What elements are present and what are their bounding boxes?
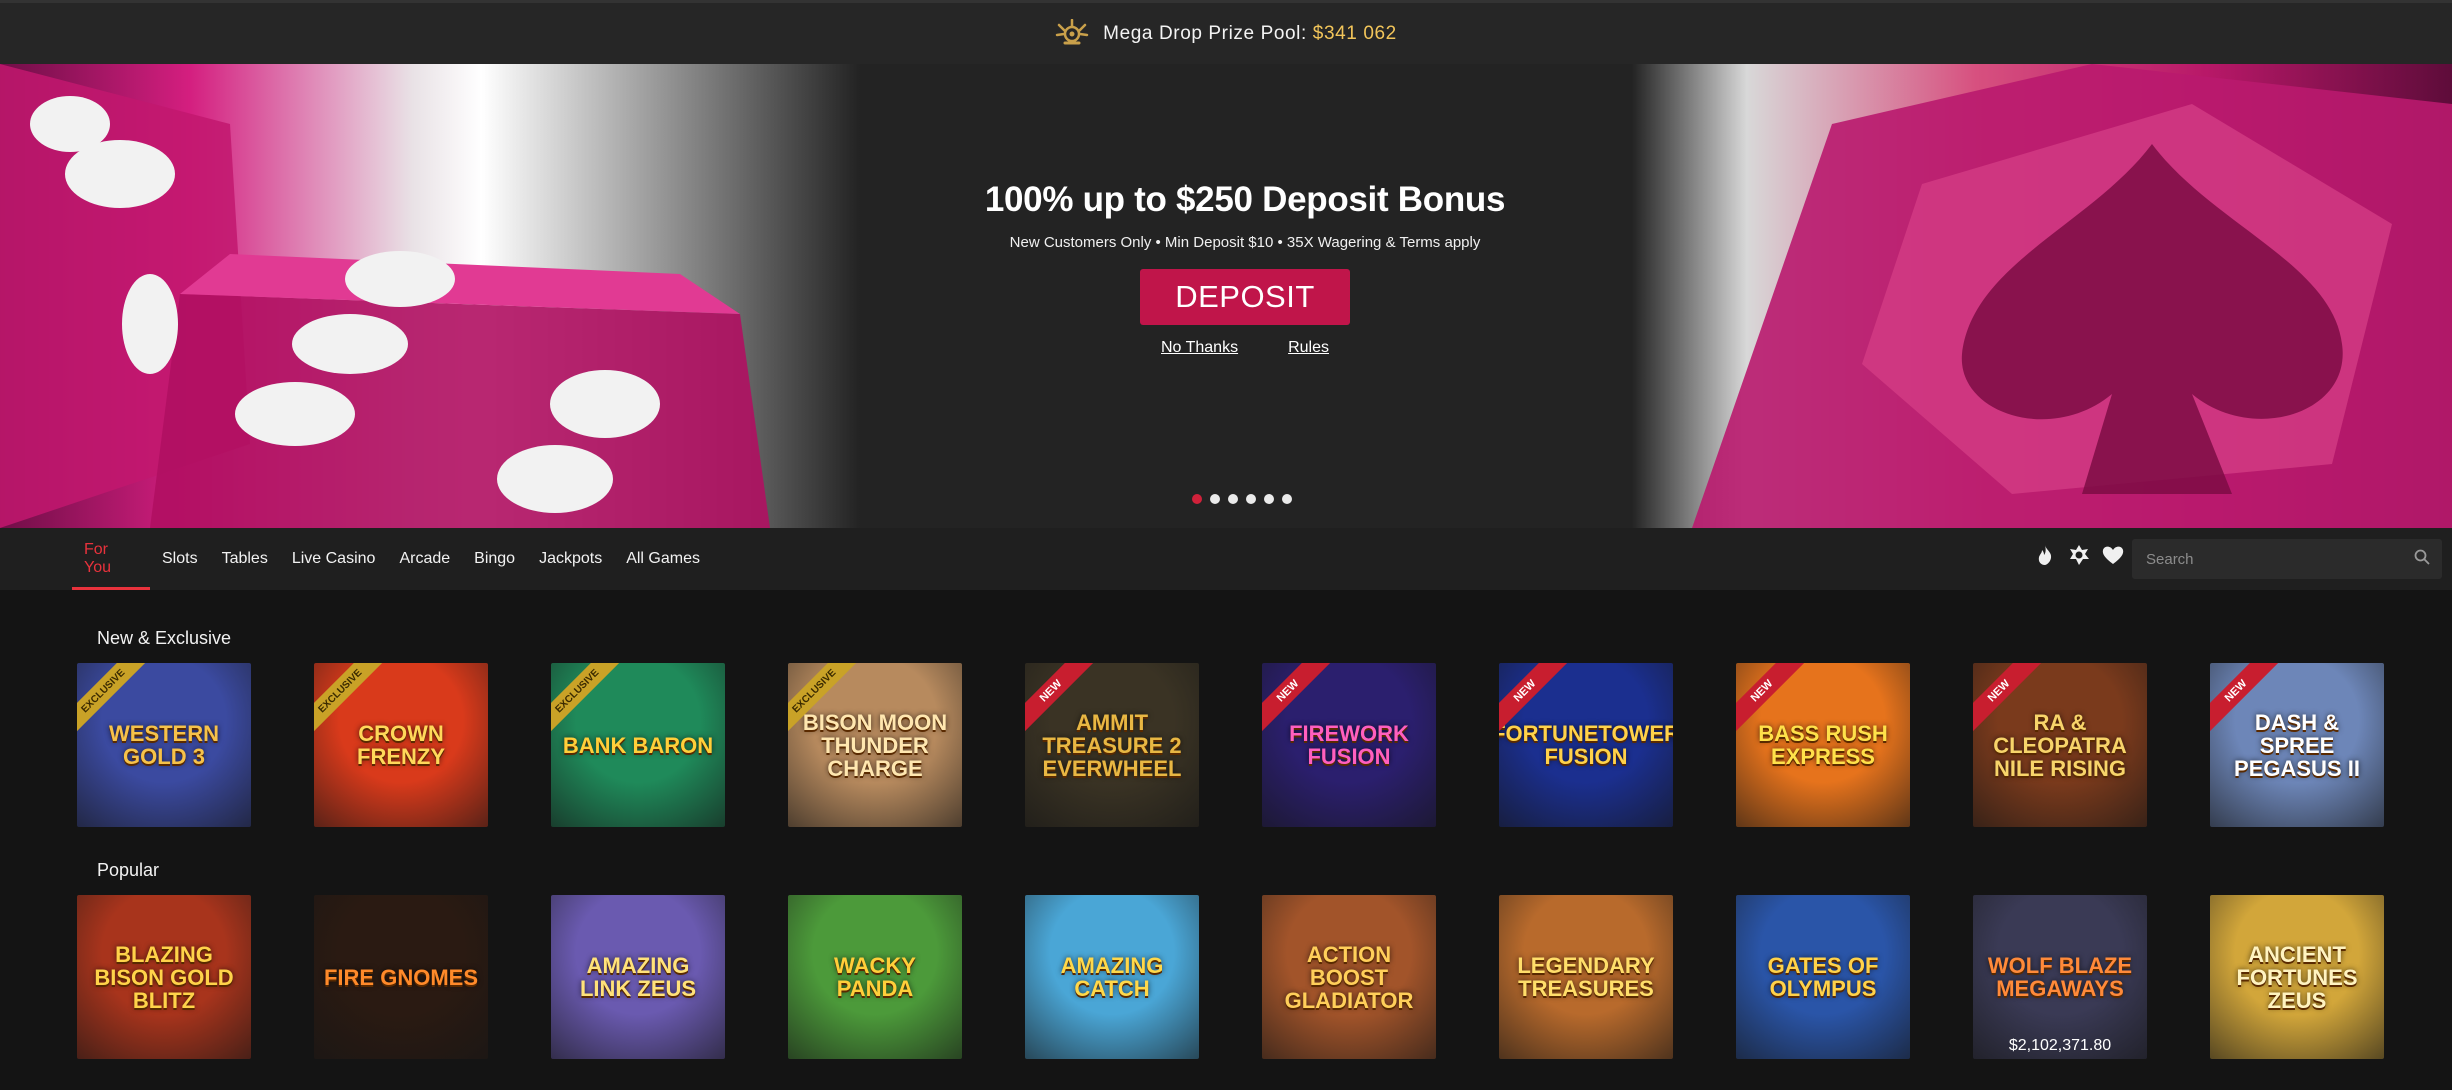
game-title: Ra & Cleopatra Nile Rising: [1993, 709, 2127, 781]
game-tile[interactable]: Blazing Bison Gold Blitz: [77, 895, 251, 1059]
tab-bingo[interactable]: Bingo: [462, 528, 527, 590]
tab-jackpots[interactable]: Jackpots: [527, 528, 614, 590]
game-tile[interactable]: NEW Ammit Treasure 2 Everwheel: [1025, 663, 1199, 827]
carousel-dot[interactable]: [1246, 494, 1256, 504]
carousel-dot[interactable]: [1282, 494, 1292, 504]
game-title: Blazing Bison Gold Blitz: [94, 941, 234, 1013]
carousel-dot[interactable]: [1264, 494, 1274, 504]
game-row-new: EXCLUSIVE Western Gold 3 EXCLUSIVE Crown Fr…: [77, 663, 2384, 827]
game-tile[interactable]: NEW Dash & Spree Pegasus II: [2210, 663, 2384, 827]
game-title: Ancient Fortunes Zeus: [2236, 941, 2358, 1013]
game-title: Firework Fusion: [1289, 721, 1409, 769]
tab-for-you[interactable]: For You: [72, 528, 150, 590]
category-tabs: For You Slots Tables Live Casino Arcade Bingo…: [72, 528, 712, 590]
game-title: Crown Frenzy: [357, 721, 445, 769]
fire-icon[interactable]: [2034, 544, 2056, 566]
carousel-dot[interactable]: [1210, 494, 1220, 504]
game-tile[interactable]: EXCLUSIVE Crown Frenzy: [314, 663, 488, 827]
carousel-dots: [1192, 494, 1292, 504]
spade-gem-artwork: [1632, 64, 2452, 528]
search-input[interactable]: [2144, 549, 2398, 569]
promo-links: No Thanks Rules: [1161, 339, 1329, 357]
game-tile[interactable]: NEW Firework Fusion: [1262, 663, 1436, 827]
prize-pool-value: $341 062: [1312, 22, 1397, 44]
search-icon[interactable]: [2414, 549, 2430, 570]
game-title: Amazing Catch: [1060, 953, 1164, 1001]
game-tile[interactable]: NEW Ra & Cleopatra Nile Rising: [1973, 663, 2147, 827]
prize-pool-label: Mega Drop Prize Pool: $341 062: [1103, 22, 1397, 44]
game-tile[interactable]: Ancient Fortunes Zeus: [2210, 895, 2384, 1059]
game-title: Gates of Olympus: [1767, 953, 1879, 1001]
tab-tables[interactable]: Tables: [210, 528, 280, 590]
tab-slots[interactable]: Slots: [150, 528, 210, 590]
tab-all-games[interactable]: All Games: [614, 528, 712, 590]
crown-icon: [1055, 18, 1089, 49]
promo-content: 100% up to $250 Deposit Bonus New Custom…: [900, 64, 1590, 528]
game-title: Dash & Spree Pegasus II: [2234, 709, 2360, 781]
game-tile[interactable]: NEW Fortunetower Fusion: [1499, 663, 1673, 827]
game-tile[interactable]: Amazing Link Zeus: [551, 895, 725, 1059]
game-tile[interactable]: Gates of Olympus: [1736, 895, 1910, 1059]
game-tile[interactable]: EXCLUSIVE Western Gold 3: [77, 663, 251, 827]
section-title-popular: Popular: [97, 860, 160, 880]
game-tile[interactable]: Fire Gnomes: [314, 895, 488, 1059]
game-title: Fire Gnomes: [323, 964, 478, 990]
badge-icon[interactable]: [2068, 544, 2090, 566]
carousel-dot[interactable]: [1228, 494, 1238, 504]
game-tile[interactable]: EXCLUSIVE Bison Moon Thunder Charge: [788, 663, 962, 827]
promo-terms: New Customers Only • Min Deposit $10 • 3…: [1009, 234, 1481, 251]
game-title: Wacky Panda: [834, 953, 916, 1001]
game-title: Bank Baron: [562, 732, 714, 758]
category-nav: For You Slots Tables Live Casino Arcade Bingo…: [0, 528, 2452, 590]
game-row-popular: Blazing Bison Gold Blitz Fire Gnomes Amazi…: [77, 895, 2384, 1059]
game-tile[interactable]: EXCLUSIVE Bank Baron: [551, 663, 725, 827]
deposit-button[interactable]: DEPOSIT: [1140, 269, 1350, 325]
mega-drop-bar: Mega Drop Prize Pool: $341 062: [0, 0, 2452, 64]
heart-icon[interactable]: [2102, 544, 2124, 566]
game-title: Wolf Blaze Megaways: [1987, 953, 2133, 1001]
search-box[interactable]: [2132, 539, 2442, 579]
game-title: Bison Moon Thunder Charge: [802, 709, 948, 781]
carousel-dot[interactable]: [1192, 494, 1202, 504]
dice-artwork: [0, 64, 860, 528]
game-title: Legendary Treasures: [1517, 953, 1655, 1001]
game-tile[interactable]: Legendary Treasures: [1499, 895, 1673, 1059]
game-title: Amazing Link Zeus: [579, 953, 697, 1001]
nav-icon-group: [2034, 544, 2124, 566]
game-title: Action Boost Gladiator: [1284, 941, 1414, 1013]
game-tile[interactable]: NEW Bass Rush Express: [1736, 663, 1910, 827]
game-title: Western Gold 3: [109, 721, 219, 769]
section-title-new: New & Exclusive: [97, 628, 232, 648]
game-title: Fortunetower Fusion: [1499, 721, 1673, 769]
game-title: Ammit Treasure 2 Everwheel: [1042, 709, 1182, 781]
jackpot-amount: $2,102,371.80: [2008, 1037, 2112, 1054]
hero-banner: 100% up to $250 Deposit Bonus New Custom…: [0, 64, 2452, 528]
tab-live-casino[interactable]: Live Casino: [280, 528, 388, 590]
rules-link[interactable]: Rules: [1288, 339, 1329, 357]
game-title: Bass Rush Express: [1758, 721, 1888, 769]
tab-arcade[interactable]: Arcade: [387, 528, 462, 590]
game-tile[interactable]: Action Boost Gladiator: [1262, 895, 1436, 1059]
promo-title: 100% up to $250 Deposit Bonus: [984, 180, 1506, 219]
game-badge: EXCLUSIVE: [551, 663, 627, 741]
game-tile[interactable]: Wolf Blaze Megaways $2,102,371.80: [1973, 895, 2147, 1059]
game-tile[interactable]: Wacky Panda: [788, 895, 962, 1059]
game-tile[interactable]: Amazing Catch: [1025, 895, 1199, 1059]
no-thanks-link[interactable]: No Thanks: [1161, 339, 1238, 357]
